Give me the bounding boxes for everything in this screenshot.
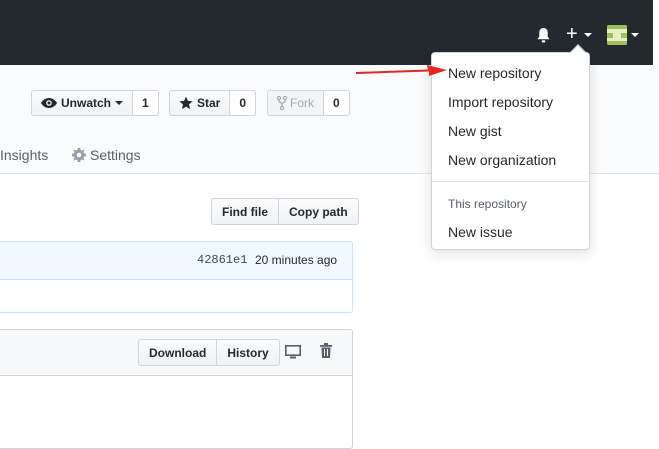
- find-file-button[interactable]: Find file: [211, 198, 279, 225]
- menu-item-new-repository[interactable]: New repository: [448, 65, 541, 81]
- menu-section-header: This repository: [448, 197, 527, 211]
- tab-settings[interactable]: Settings: [90, 147, 141, 163]
- star-button-group: Star 0: [169, 90, 257, 116]
- commit-sha[interactable]: 42861e1: [197, 253, 247, 267]
- forks-count[interactable]: 0: [324, 90, 350, 116]
- fork-button-group: Fork 0: [267, 90, 350, 116]
- star-icon: [179, 96, 193, 110]
- commit-tease: [0, 241, 353, 313]
- desktop-icon[interactable]: [285, 345, 301, 359]
- copy-path-button[interactable]: Copy path: [279, 198, 359, 225]
- commit-time: 20 minutes ago: [255, 253, 338, 267]
- fork-label: Fork: [290, 96, 314, 110]
- plus-caret-icon[interactable]: [584, 33, 592, 37]
- history-button[interactable]: History: [217, 339, 280, 366]
- stars-count[interactable]: 0: [230, 90, 257, 116]
- avatar-caret-icon[interactable]: [631, 33, 639, 37]
- create-new-dropdown: [431, 52, 590, 250]
- file-navigation-buttons: Find file Copy path: [211, 198, 359, 225]
- dropdown-pointer-fill: [571, 46, 585, 53]
- watchers-count[interactable]: 1: [133, 90, 159, 116]
- fork-button[interactable]: Fork: [267, 90, 324, 116]
- menu-divider: [432, 181, 589, 182]
- menu-item-new-organization[interactable]: New organization: [448, 152, 556, 168]
- tab-insights[interactable]: Insights: [0, 147, 48, 163]
- window-edge: [653, 0, 659, 65]
- gear-icon: [72, 148, 86, 162]
- star-button[interactable]: Star: [169, 90, 231, 116]
- menu-item-new-issue[interactable]: New issue: [448, 224, 513, 240]
- bell-icon[interactable]: [536, 27, 551, 44]
- unwatch-label: Unwatch: [61, 96, 112, 110]
- unwatch-button[interactable]: Unwatch: [31, 90, 134, 116]
- plus-icon[interactable]: +: [566, 24, 578, 44]
- chevron-down-icon: [115, 101, 124, 105]
- menu-item-import-repository[interactable]: Import repository: [448, 94, 553, 110]
- download-button[interactable]: Download: [138, 339, 218, 366]
- star-label: Star: [197, 96, 221, 110]
- fork-icon: [277, 96, 287, 110]
- watch-button-group: Unwatch 1: [31, 90, 159, 116]
- file-action-buttons: Download History: [138, 339, 280, 366]
- eye-icon: [41, 98, 57, 108]
- menu-item-new-gist[interactable]: New gist: [448, 123, 502, 139]
- annotation-arrow-icon: [356, 65, 447, 76]
- trash-icon[interactable]: [320, 343, 332, 358]
- avatar[interactable]: [607, 25, 627, 45]
